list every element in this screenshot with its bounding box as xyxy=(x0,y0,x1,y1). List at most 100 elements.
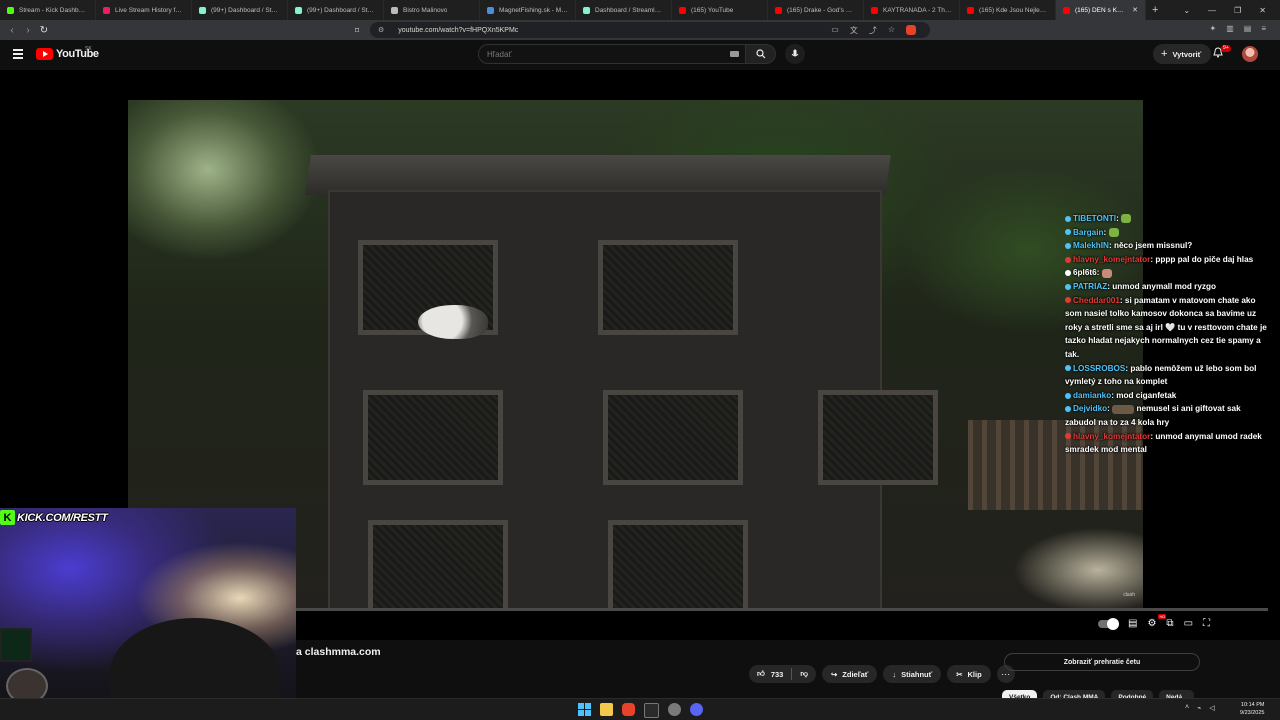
reload-icon[interactable]: ↻ xyxy=(36,25,52,36)
forward-arrow-icon[interactable]: › xyxy=(20,25,36,36)
chat-username[interactable]: hlavny_komejntator xyxy=(1073,432,1150,441)
network-icon[interactable]: ⌁ xyxy=(1197,704,1201,712)
tab-favicon-icon xyxy=(775,6,782,14)
wallet-icon[interactable]: ▤ xyxy=(1244,24,1252,33)
browser-tab[interactable]: Dashboard / Streamlabs xyxy=(576,0,672,20)
minimize-button[interactable]: — xyxy=(1208,6,1216,15)
browser-tab[interactable]: (99+) Dashboard / Streamla... xyxy=(288,0,384,20)
obs-icon[interactable] xyxy=(668,703,681,716)
progress-bar[interactable] xyxy=(296,608,1268,611)
download-button[interactable]: ↓ Stiahnuť xyxy=(883,665,942,683)
like-button[interactable]: 👍︎ 733 xyxy=(749,669,791,679)
file-explorer-icon[interactable] xyxy=(600,703,613,716)
search-button[interactable] xyxy=(746,44,776,64)
close-tab-icon[interactable]: ✕ xyxy=(1132,6,1138,14)
tab-favicon-icon xyxy=(583,6,590,14)
chat-username[interactable]: TIBETONTI xyxy=(1073,214,1116,223)
chat-username[interactable]: PATRIAZ xyxy=(1073,282,1107,291)
subtitles-icon[interactable]: ▤ xyxy=(1128,618,1137,629)
browser-tab[interactable]: Stream - Kick Dashboard xyxy=(0,0,96,20)
chat-badge-icon xyxy=(1065,406,1071,413)
windows-start-icon[interactable] xyxy=(578,703,591,716)
browser-tab[interactable]: (165) Drake - God's Plan - Y... xyxy=(768,0,864,20)
chat-message: hlavny_komejntator: unmod anymal umod ra… xyxy=(1065,430,1273,457)
chat-username[interactable]: Dejvidko xyxy=(1073,404,1107,413)
address-bar[interactable]: ⚙ youtube.com/watch?v=fHPQXn5KPMc ▭ 文 ⤴ … xyxy=(370,22,930,38)
youtube-wordmark: YouTube xyxy=(56,48,99,60)
shields-icon[interactable] xyxy=(906,24,916,35)
video-player[interactable]: clash TIBETONTI: Bargain: MalekhIN: něco… xyxy=(0,70,1280,720)
kick-url-text: KICK.COM/RESTT xyxy=(17,511,108,524)
clock-time: 10:14 PM xyxy=(1240,702,1265,708)
miniplayer-icon[interactable]: ⧉ xyxy=(1166,618,1173,629)
hutch-cage xyxy=(368,520,508,608)
chat-badge-icon xyxy=(1065,365,1071,372)
chat-emote-icon xyxy=(1108,227,1119,237)
show-chat-replay-button[interactable]: Zobraziť prehratie četu xyxy=(1004,653,1200,671)
translate-icon[interactable]: 文 xyxy=(850,25,858,36)
share-button[interactable]: ↪ Zdieľať xyxy=(821,665,878,683)
settings-gear-icon[interactable]: ⚙ HD xyxy=(1147,614,1167,629)
kick-logo: K xyxy=(0,510,15,525)
chat-badge-icon xyxy=(1065,297,1071,304)
browser-tab[interactable]: (99+) Dashboard / Streamla... xyxy=(192,0,288,20)
tab-title: (165) Drake - God's Plan - Y... xyxy=(787,6,856,14)
chat-username[interactable]: hlavny_komejntator xyxy=(1073,255,1150,264)
new-tab-button[interactable]: + xyxy=(1152,4,1158,16)
search-input[interactable]: Hľadať xyxy=(478,44,746,64)
chat-username[interactable]: Cheddar001 xyxy=(1073,296,1120,305)
autoplay-toggle[interactable] xyxy=(1098,617,1119,630)
browser-tab[interactable]: Live Stream History for Ble... xyxy=(96,0,192,20)
share-icon[interactable]: ⤴ xyxy=(869,25,877,36)
keyboard-icon[interactable] xyxy=(730,51,739,57)
dislike-button[interactable]: 👎︎ xyxy=(792,669,816,679)
tab-search-icon[interactable]: ⌄ xyxy=(1183,6,1190,15)
menu-kebab-icon[interactable]: ≡ xyxy=(1261,24,1266,33)
chat-username[interactable]: damianko xyxy=(1073,391,1111,400)
extension-puzzle-icon[interactable]: ✦ xyxy=(1210,24,1217,33)
chat-username[interactable]: Bargain xyxy=(1073,228,1103,237)
site-info-icon[interactable]: ⚙ xyxy=(378,26,384,34)
hamburger-menu-icon[interactable] xyxy=(13,49,23,61)
tab-title: (165) Kde Jsou Nejlepe Hory... xyxy=(979,6,1048,14)
chat-message: MalekhIN: něco jsem missnul? xyxy=(1065,239,1273,253)
browser-tab[interactable]: KAYTRANADA - 2 The Mus... xyxy=(864,0,960,20)
address-bar-actions: ▭ 文 ⤴ ☆ xyxy=(831,24,916,36)
terminal-icon[interactable] xyxy=(644,703,659,718)
tray-overflow-icon[interactable]: ˄ xyxy=(1185,704,1189,712)
create-label: Vytvoriť xyxy=(1172,49,1202,59)
sidebar-icon[interactable]: ▥ xyxy=(1226,24,1234,33)
video-title: a clashmma.com xyxy=(296,646,381,658)
cast-icon[interactable]: ▭ xyxy=(831,25,839,36)
browser-tab[interactable]: (165) Kde Jsou Nejlepe Hory... xyxy=(960,0,1056,20)
chat-username[interactable]: MalekhIN xyxy=(1073,241,1109,250)
back-arrow-icon[interactable]: ‹ xyxy=(4,25,20,36)
chat-username[interactable]: LOSSROBOS xyxy=(1073,364,1125,373)
chat-username[interactable]: 6pl6t6 xyxy=(1073,268,1097,277)
player-controls: ▤ ⚙ HD ⧉ ▭ ⛶ xyxy=(1098,614,1210,630)
clip-button[interactable]: ✂ Klip xyxy=(947,665,991,683)
theater-mode-icon[interactable]: ▭ xyxy=(1184,618,1193,629)
brave-browser-icon[interactable] xyxy=(622,703,635,716)
star-icon[interactable]: ☆ xyxy=(888,25,895,36)
bookmark-icon[interactable]: ⌑ xyxy=(355,26,359,35)
tab-title: (165) DEN s KALIBOU xyxy=(1075,6,1127,14)
discord-icon[interactable] xyxy=(690,703,703,716)
avatar[interactable] xyxy=(1242,46,1258,62)
tab-favicon-icon xyxy=(199,6,206,14)
hutch-cage xyxy=(818,390,938,485)
voice-search-button[interactable] xyxy=(785,44,805,64)
plus-icon: + xyxy=(1161,48,1168,60)
browser-tab[interactable]: (165) YouTube xyxy=(672,0,768,20)
browser-tab[interactable]: (165) DEN s KALIBOU ✕ xyxy=(1056,0,1146,20)
create-button[interactable]: + Vytvoriť xyxy=(1153,44,1212,64)
volume-icon[interactable]: ◁ xyxy=(1209,704,1214,712)
maximize-button[interactable]: ❐ xyxy=(1234,6,1241,15)
hutch-cage xyxy=(598,240,738,335)
browser-tab[interactable]: Bistro Malinovo xyxy=(384,0,480,20)
browser-tab[interactable]: MagnetFishing.sk - Magnet... xyxy=(480,0,576,20)
taskbar-clock[interactable]: 10:14 PM 9/23/2025 xyxy=(1240,701,1264,717)
chat-emote-icon xyxy=(1121,214,1132,224)
close-window-button[interactable]: ✕ xyxy=(1259,6,1266,15)
fullscreen-icon[interactable]: ⛶ xyxy=(1203,618,1210,629)
